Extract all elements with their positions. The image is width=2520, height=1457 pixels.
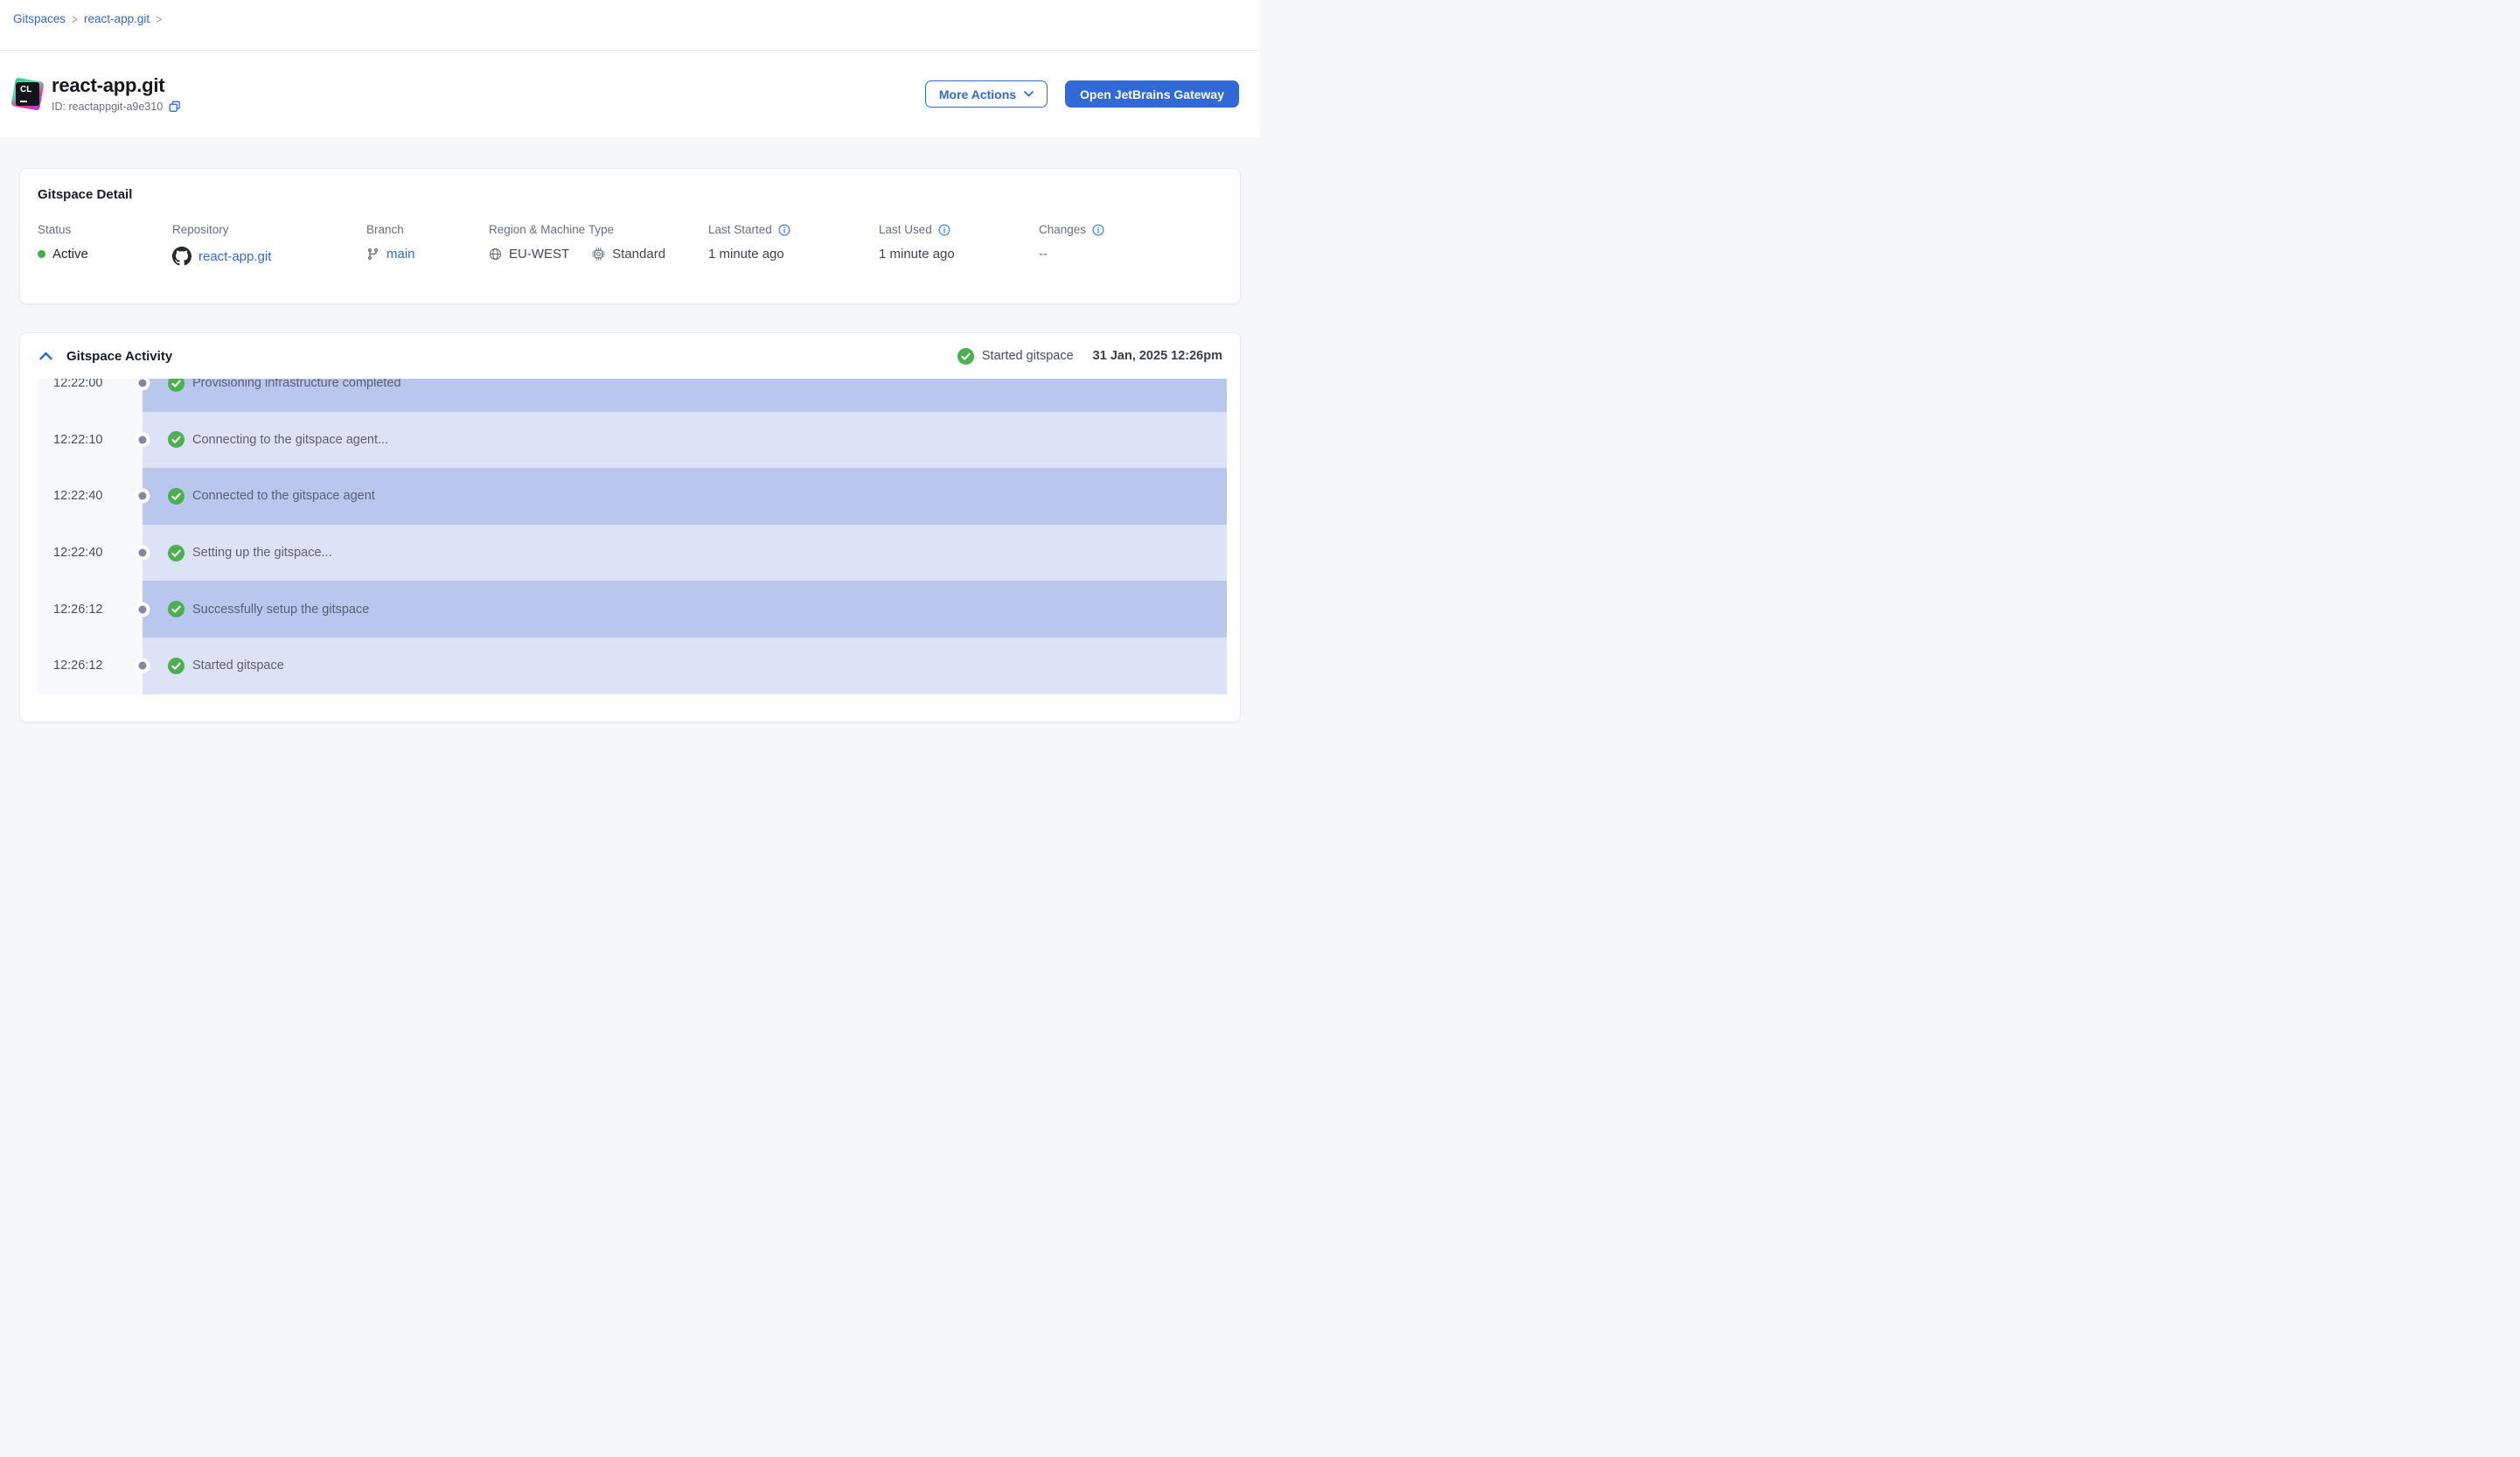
log-row-stripe: Connected to the gitspace agent	[143, 468, 1227, 525]
activity-log-row: 12:22:40 Connected to the gitspace agent	[38, 468, 1227, 525]
activity-log[interactable]: 12:22:00 Provisioning infrastructure comp…	[38, 379, 1227, 694]
chevron-down-icon	[1024, 91, 1034, 97]
log-timestamp: 12:22:40	[38, 468, 143, 525]
log-message: Setting up the gitspace...	[192, 546, 332, 560]
check-circle-icon	[168, 545, 184, 561]
status-label: Status	[38, 223, 172, 236]
activity-status-text: Started gitspace	[982, 349, 1074, 363]
log-row-stripe: Provisioning infrastructure completed	[143, 379, 1227, 412]
detail-card-title: Gitspace Detail	[38, 187, 1222, 202]
check-circle-icon	[168, 658, 184, 674]
breadcrumb-separator-icon: >	[72, 11, 78, 27]
timeline-dot-icon	[136, 379, 150, 391]
activity-log-row: 12:26:12 Successfully setup the gitspace	[38, 581, 1227, 638]
last-used-value: 1 minute ago	[879, 247, 1039, 261]
branch-icon	[366, 247, 379, 261]
branch-link[interactable]: main	[386, 247, 415, 261]
open-jetbrains-gateway-button[interactable]: Open JetBrains Gateway	[1065, 80, 1239, 108]
cpu-icon	[592, 247, 605, 261]
activity-log-row: 12:22:10 Connecting to the gitspace agent…	[38, 412, 1227, 469]
log-timestamp: 12:26:12	[38, 581, 143, 638]
check-circle-icon	[168, 488, 184, 505]
timeline-dot-icon	[136, 489, 150, 504]
status-dot-icon	[38, 250, 45, 258]
last-started-label: Last Started	[708, 223, 772, 236]
log-timestamp: 12:22:00	[38, 379, 143, 412]
log-timestamp: 12:22:40	[38, 525, 143, 582]
log-timestamp: 12:26:12	[38, 638, 143, 694]
gitspace-activity-card: Gitspace Activity Started gitspace 31 Ja…	[19, 332, 1241, 722]
breadcrumb-bar: Gitspaces > react-app.git >	[0, 0, 1260, 51]
more-actions-button[interactable]: More Actions	[925, 80, 1048, 108]
info-icon[interactable]	[938, 224, 950, 236]
log-row-stripe: Started gitspace	[143, 638, 1227, 694]
chevron-up-icon	[39, 352, 52, 360]
breadcrumb-separator-icon: >	[156, 11, 162, 27]
info-icon[interactable]	[1092, 224, 1104, 236]
timeline-dot-icon	[136, 659, 150, 673]
timeline-dot-icon	[136, 602, 150, 617]
repository-label: Repository	[172, 223, 366, 236]
last-started-value: 1 minute ago	[708, 247, 879, 261]
check-circle-icon	[168, 601, 184, 617]
gitspace-detail-card: Gitspace Detail Status Active Repository…	[19, 168, 1241, 304]
activity-log-row: 12:26:12 Started gitspace	[38, 638, 1227, 694]
activity-log-row: 12:22:40 Setting up the gitspace...	[38, 525, 1227, 582]
page-body: Gitspace Detail Status Active Repository…	[0, 137, 1260, 722]
log-message: Started gitspace	[192, 659, 284, 673]
clion-app-icon: CL	[14, 80, 41, 108]
info-icon[interactable]	[778, 224, 790, 236]
repository-link[interactable]: react-app.git	[198, 249, 271, 264]
breadcrumb-gitspaces[interactable]: Gitspaces	[13, 12, 66, 25]
log-message: Connecting to the gitspace agent...	[192, 433, 388, 447]
changes-value: --	[1039, 247, 1222, 261]
gitspace-id-label: ID: reactappgit-a9e310	[52, 101, 163, 113]
timeline-dot-icon	[136, 546, 150, 561]
collapse-activity-button[interactable]	[38, 350, 54, 362]
log-timestamp: 12:22:10	[38, 412, 143, 469]
page-header: CL react-app.git ID: reactappgit-a9e310 …	[0, 51, 1260, 137]
globe-icon	[489, 247, 502, 261]
breadcrumb-current-gitspace[interactable]: react-app.git	[84, 12, 150, 25]
copy-icon[interactable]	[169, 101, 181, 113]
branch-label: Branch	[366, 223, 489, 236]
log-row-stripe: Setting up the gitspace...	[143, 525, 1227, 582]
activity-log-row: 12:22:00 Provisioning infrastructure comp…	[38, 379, 1227, 412]
timeline-dot-icon	[136, 432, 150, 447]
region-machine-label: Region & Machine Type	[489, 223, 708, 236]
page-title: react-app.git	[52, 75, 181, 96]
breadcrumb: Gitspaces > react-app.git >	[13, 12, 1260, 25]
log-message: Successfully setup the gitspace	[192, 603, 369, 617]
check-circle-icon	[168, 379, 184, 392]
status-value: Active	[52, 247, 88, 261]
last-used-label: Last Used	[879, 223, 932, 236]
changes-label: Changes	[1039, 223, 1086, 236]
log-message: Provisioning infrastructure completed	[192, 379, 401, 390]
log-row-stripe: Successfully setup the gitspace	[143, 581, 1227, 638]
check-circle-icon	[168, 431, 184, 448]
log-message: Connected to the gitspace agent	[192, 489, 375, 503]
log-row-stripe: Connecting to the gitspace agent...	[143, 412, 1227, 469]
activity-title: Gitspace Activity	[66, 349, 172, 364]
github-icon	[172, 247, 191, 266]
activity-timestamp: 31 Jan, 2025 12:26pm	[1093, 349, 1222, 363]
region-value: EU-WEST	[509, 247, 569, 261]
machine-type-value: Standard	[612, 247, 665, 261]
check-circle-icon	[957, 348, 974, 365]
